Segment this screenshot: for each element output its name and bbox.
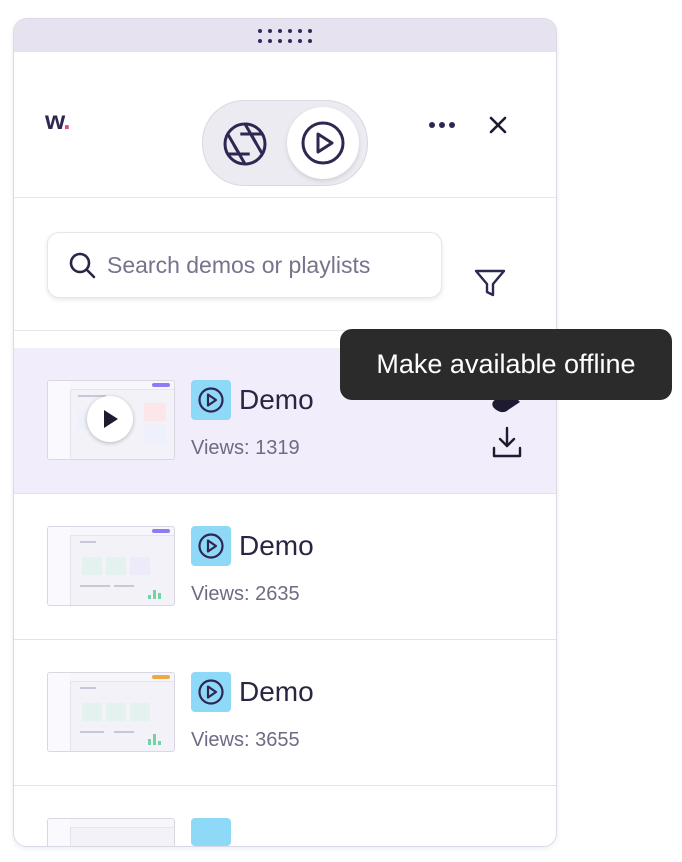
drag-handle-bar[interactable] <box>14 19 556 52</box>
demo-thumbnail[interactable] <box>47 672 175 752</box>
filter-button[interactable] <box>472 265 508 301</box>
play-circle-icon <box>198 533 224 559</box>
search-box[interactable] <box>47 232 442 298</box>
demo-type-badge <box>191 672 231 712</box>
demo-views: Views: 2635 <box>191 583 300 605</box>
demo-type-badge <box>191 526 231 566</box>
demo-list: Demo Views: 1319 Demo Views: 2635 Demo V… <box>14 348 556 846</box>
more-horizontal-icon <box>429 122 455 128</box>
camera-shutter-icon[interactable] <box>217 116 273 172</box>
search-input[interactable] <box>105 250 429 280</box>
play-circle-icon <box>198 679 224 705</box>
panel-header: w. <box>14 52 556 198</box>
demo-thumbnail[interactable] <box>47 818 175 846</box>
play-icon <box>104 410 118 428</box>
demo-views: Views: 1319 <box>191 437 300 459</box>
close-icon <box>489 116 507 134</box>
demo-thumbnail[interactable] <box>47 526 175 606</box>
offline-actions <box>486 392 528 462</box>
play-circle-icon <box>301 121 345 165</box>
more-options-button[interactable] <box>426 112 458 138</box>
list-item-partial[interactable] <box>14 786 556 846</box>
demo-type-badge <box>191 818 231 846</box>
demo-thumbnail[interactable] <box>47 380 175 460</box>
demo-panel: w. Search demos or playlists Demo Views:… <box>13 18 557 847</box>
mode-toggle[interactable] <box>202 100 368 186</box>
demo-title: Demo <box>239 530 314 561</box>
demo-title: Demo <box>239 676 314 707</box>
filter-icon <box>474 269 506 297</box>
close-button[interactable] <box>482 110 514 140</box>
play-thumbnail-button[interactable] <box>87 396 133 442</box>
demo-type-badge <box>191 380 231 420</box>
play-circle-icon <box>198 387 224 413</box>
demo-views: Views: 3655 <box>191 729 300 751</box>
demo-title: Demo <box>239 384 314 415</box>
list-item[interactable]: Demo Views: 2635 <box>14 494 556 640</box>
search-icon <box>67 250 97 280</box>
brand-logo: w. <box>45 105 71 135</box>
search-bar-area <box>14 198 556 331</box>
offline-tooltip: Make available offline <box>340 329 672 400</box>
drag-grip-icon[interactable] <box>258 28 312 43</box>
download-icon[interactable] <box>491 426 523 460</box>
list-item[interactable]: Demo Views: 3655 <box>14 640 556 786</box>
play-mode-button[interactable] <box>287 107 359 179</box>
